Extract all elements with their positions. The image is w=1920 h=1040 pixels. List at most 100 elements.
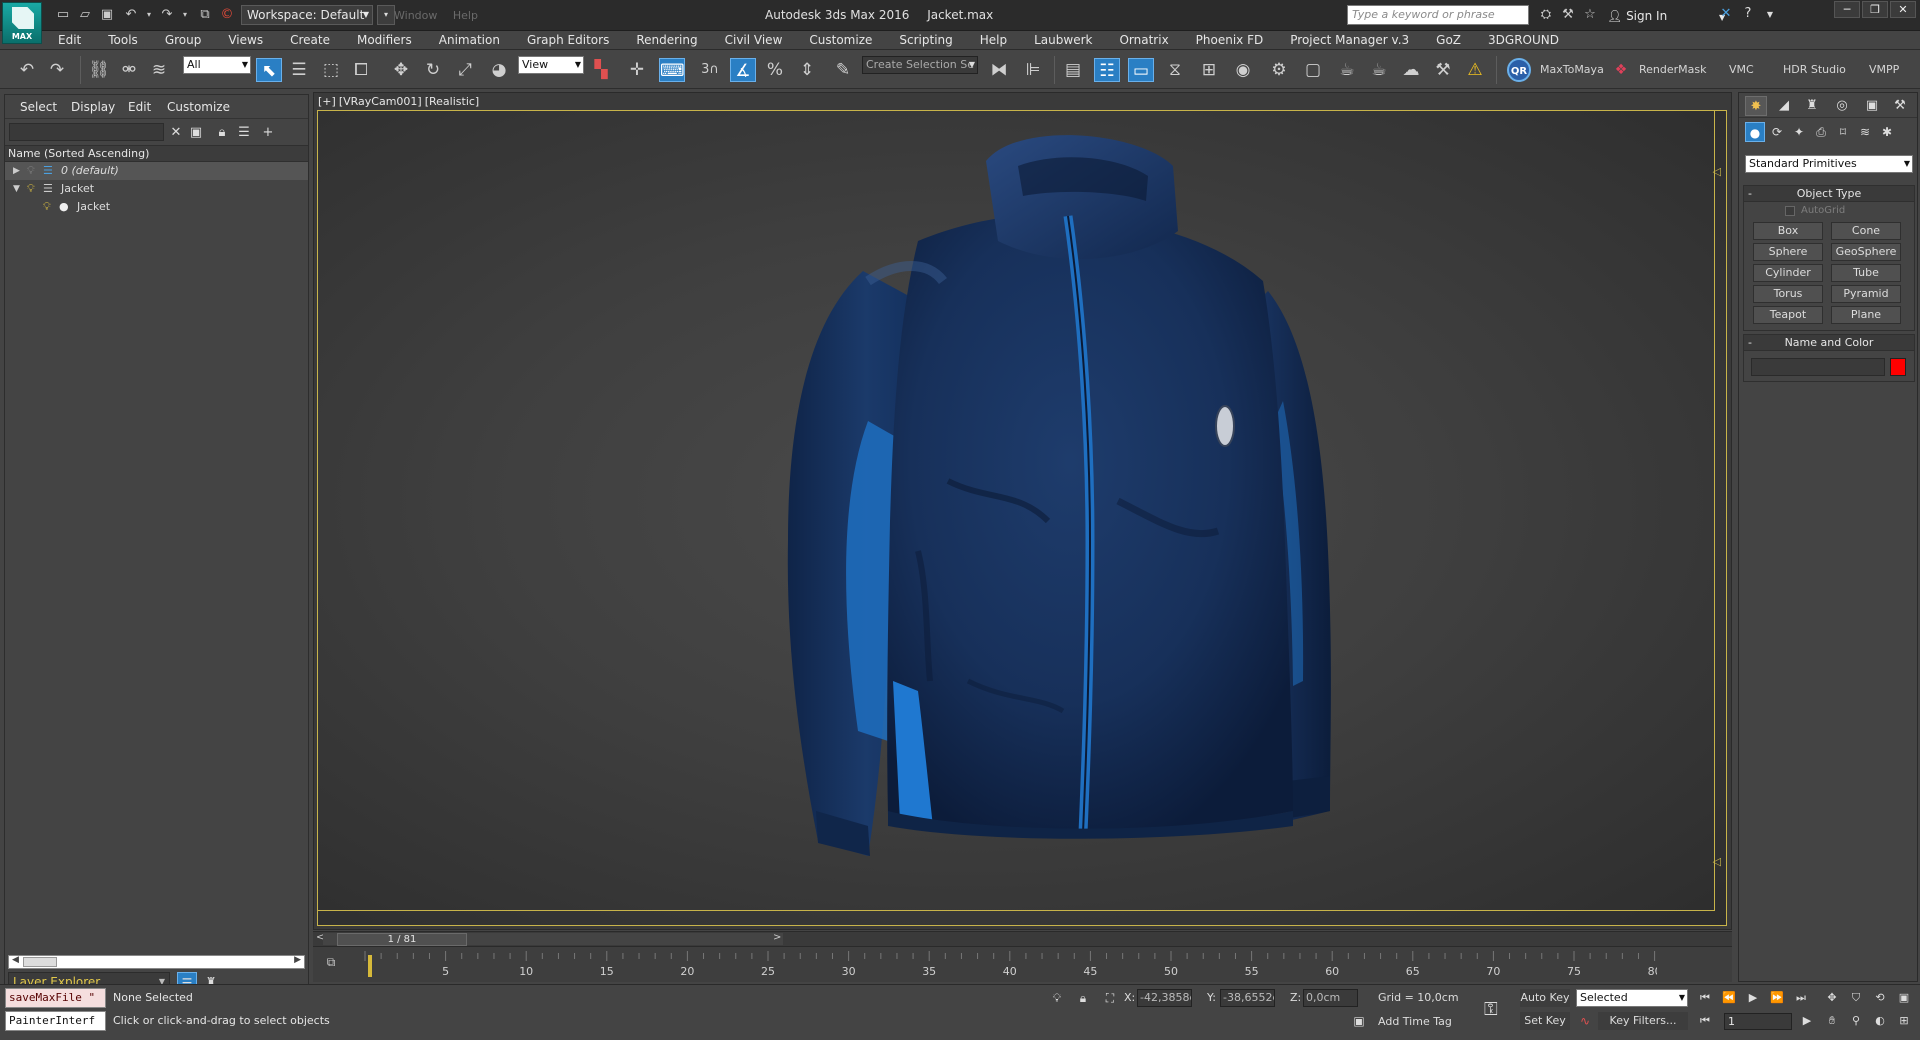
box-button[interactable]: Box <box>1753 222 1823 240</box>
absolute-mode-transform-icon[interactable]: ⛶ <box>1101 989 1119 1007</box>
unlink-icon[interactable]: ⚮ <box>116 58 142 82</box>
helpers-icon[interactable]: ⌑ <box>1833 122 1853 142</box>
angle-snap-icon[interactable]: ∡ <box>730 58 756 82</box>
selection-filter-dropdown[interactable]: All ▼ <box>183 56 251 74</box>
menu-animation[interactable]: Animation <box>439 33 500 47</box>
pivot-center-icon[interactable]: ▚ <box>588 58 614 82</box>
render-production-icon[interactable]: ☕ <box>1334 58 1360 82</box>
scroll-left-icon[interactable]: ◀ <box>12 955 19 965</box>
keyboard-shortcut-override-icon[interactable]: ⌨ <box>659 58 685 82</box>
menu-graph-editors[interactable]: Graph Editors <box>527 33 609 47</box>
collapse-arrow-icon[interactable]: ▼ <box>13 180 20 198</box>
spinner-snap-icon[interactable]: ⇕ <box>794 58 820 82</box>
save-file-icon[interactable]: ▣ <box>98 6 116 24</box>
menu-laubwerk[interactable]: Laubwerk <box>1034 33 1092 47</box>
horizontal-scrollbar[interactable]: ◀ ▶ <box>8 955 305 969</box>
plugin-vmpp[interactable]: VMPP <box>1869 63 1899 76</box>
lightbulb-icon[interactable]: 💡︎ <box>27 180 35 198</box>
geometry-icon[interactable]: ● <box>1745 122 1765 142</box>
curve-editor-icon[interactable]: ⧖ <box>1162 58 1188 82</box>
menu-project-manager-v-3[interactable]: Project Manager v.3 <box>1290 33 1409 47</box>
edit-named-selection-icon[interactable]: ✎ <box>830 58 856 82</box>
sphere-button[interactable]: Sphere <box>1753 243 1823 261</box>
torus-button[interactable]: Torus <box>1753 285 1823 303</box>
lightbulb-icon[interactable]: 💡︎ <box>43 198 51 216</box>
app-menu-button[interactable]: MAX <box>2 2 42 44</box>
next-frame-icon[interactable]: > <box>773 932 781 943</box>
menu-help[interactable]: Help <box>980 33 1007 47</box>
autogrid-checkbox[interactable]: AutoGrid <box>1744 202 1914 220</box>
search-input[interactable]: Type a keyword or phrase <box>1347 5 1529 25</box>
maxscript-listener-input[interactable]: PainterInterf <box>5 1011 106 1031</box>
time-slider[interactable]: < 1 / 81 > <box>313 931 1732 946</box>
object-name-input[interactable] <box>1751 358 1885 376</box>
c-plugin-icon[interactable]: © <box>218 6 236 24</box>
render-setup-icon[interactable]: ⚙ <box>1266 58 1292 82</box>
hammer-tool-icon[interactable]: ⚒ <box>1430 58 1456 82</box>
key-filters-button[interactable]: Key Filters... <box>1598 1012 1688 1030</box>
default-tangent-icon[interactable]: ∿ <box>1576 1012 1594 1030</box>
warning-icon[interactable]: ⚠ <box>1462 58 1488 82</box>
y-coordinate-input[interactable]: -38,6552cm <box>1220 989 1275 1007</box>
material-editor-icon[interactable]: ◉ <box>1230 58 1256 82</box>
faded-menu-help[interactable]: Help <box>453 9 478 22</box>
align-icon[interactable]: ⊫ <box>1020 58 1046 82</box>
menu-tools[interactable]: Tools <box>108 33 138 47</box>
mirror-icon[interactable]: ⧓ <box>986 58 1012 82</box>
workspace-options-button[interactable]: ▾ <box>377 5 395 25</box>
zoom-extents-all-icon[interactable]: ✥ <box>1822 989 1842 1007</box>
add-time-tag-icon[interactable]: ▣ <box>1350 1012 1368 1030</box>
select-and-move-icon[interactable]: ✥ <box>388 58 414 82</box>
systems-icon[interactable]: ✱ <box>1877 122 1897 142</box>
explorer-menu-customize[interactable]: Customize <box>167 100 230 114</box>
jacket-model[interactable] <box>718 121 1418 921</box>
select-object-icon[interactable]: ⬉ <box>256 58 282 82</box>
orbit-icon[interactable]: ⟲ <box>1870 989 1890 1007</box>
key-mode-toggle-icon[interactable]: ⏮ <box>1695 1012 1715 1030</box>
teapot-button[interactable]: Teapot <box>1753 306 1823 324</box>
space-warps-icon[interactable]: ≋ <box>1855 122 1875 142</box>
communication-icon[interactable]: ⚒ <box>1557 7 1579 22</box>
timeline-cursor[interactable] <box>368 955 372 977</box>
name-and-color-header[interactable]: - Name and Color <box>1744 335 1914 351</box>
render-iterative-icon[interactable]: ☕ <box>1366 58 1392 82</box>
set-key-icon[interactable]: ⚿ <box>1484 999 1498 1020</box>
add-time-tag-button[interactable]: Add Time Tag <box>1378 1015 1452 1028</box>
selection-lock-icon[interactable]: 🔒︎ <box>1074 989 1092 1007</box>
scrollbar-thumb[interactable] <box>23 957 57 967</box>
menu-phoenix-fd[interactable]: Phoenix FD <box>1196 33 1264 47</box>
tube-button[interactable]: Tube <box>1831 264 1901 282</box>
set-key-button[interactable]: Set Key <box>1520 1012 1570 1030</box>
menu-scripting[interactable]: Scripting <box>899 33 952 47</box>
workspace-dropdown[interactable]: Workspace: Default ▼ <box>241 5 373 25</box>
play-icon[interactable]: ▶ <box>1743 989 1763 1007</box>
layer-row-jacket[interactable]: ▼ 💡︎ ☰ Jacket <box>5 180 308 198</box>
toggle-ribbon-icon[interactable]: ▭ <box>1128 58 1154 82</box>
isolate-selection-icon[interactable]: 💡︎ <box>1048 989 1066 1007</box>
select-and-scale-icon[interactable]: ⤢ <box>452 58 478 82</box>
x-coordinate-input[interactable]: -42,3858cm <box>1137 989 1192 1007</box>
percent-snap-icon[interactable]: % <box>762 58 788 82</box>
utilities-tab-icon[interactable]: ⚒ <box>1889 96 1911 116</box>
zoom-extents-selected-icon[interactable]: ⛉ <box>1846 989 1866 1007</box>
add-icon[interactable]: + <box>259 124 277 142</box>
toggle-layer-explorer-icon[interactable]: ☷ <box>1094 58 1120 82</box>
sign-in-button[interactable]: 👤︎ Sign In ▼ <box>1607 9 1725 23</box>
menu-group[interactable]: Group <box>165 33 202 47</box>
object-row-jacket[interactable]: 💡︎ ● Jacket <box>5 198 308 216</box>
viewport-camera-menu[interactable]: [VRayCam001] <box>339 95 422 108</box>
binoculars-icon[interactable]: ⛭ <box>1535 7 1557 22</box>
hierarchy-tab-icon[interactable]: ♜ <box>1801 96 1823 116</box>
faded-menu-window[interactable]: Window <box>394 9 437 22</box>
rectangular-selection-icon[interactable]: ⬚ <box>318 58 344 82</box>
new-file-icon[interactable]: ▭ <box>54 6 72 24</box>
qr-plugin-icon[interactable]: QR <box>1507 58 1531 82</box>
explorer-menu-edit[interactable]: Edit <box>128 100 151 114</box>
plugin-vmc[interactable]: VMC <box>1729 63 1754 76</box>
display-tab-icon[interactable]: ▣ <box>1861 96 1883 116</box>
maximize-viewport-icon[interactable]: ▣ <box>1894 989 1914 1007</box>
layer-row-default[interactable]: ▶ 💡︎ ☰ 0 (default) <box>5 162 308 180</box>
expand-arrow-icon[interactable]: ▶ <box>13 162 20 180</box>
object-category-dropdown[interactable]: Standard Primitives ▼ <box>1745 155 1913 173</box>
close-icon[interactable]: ✕ <box>1890 1 1916 18</box>
